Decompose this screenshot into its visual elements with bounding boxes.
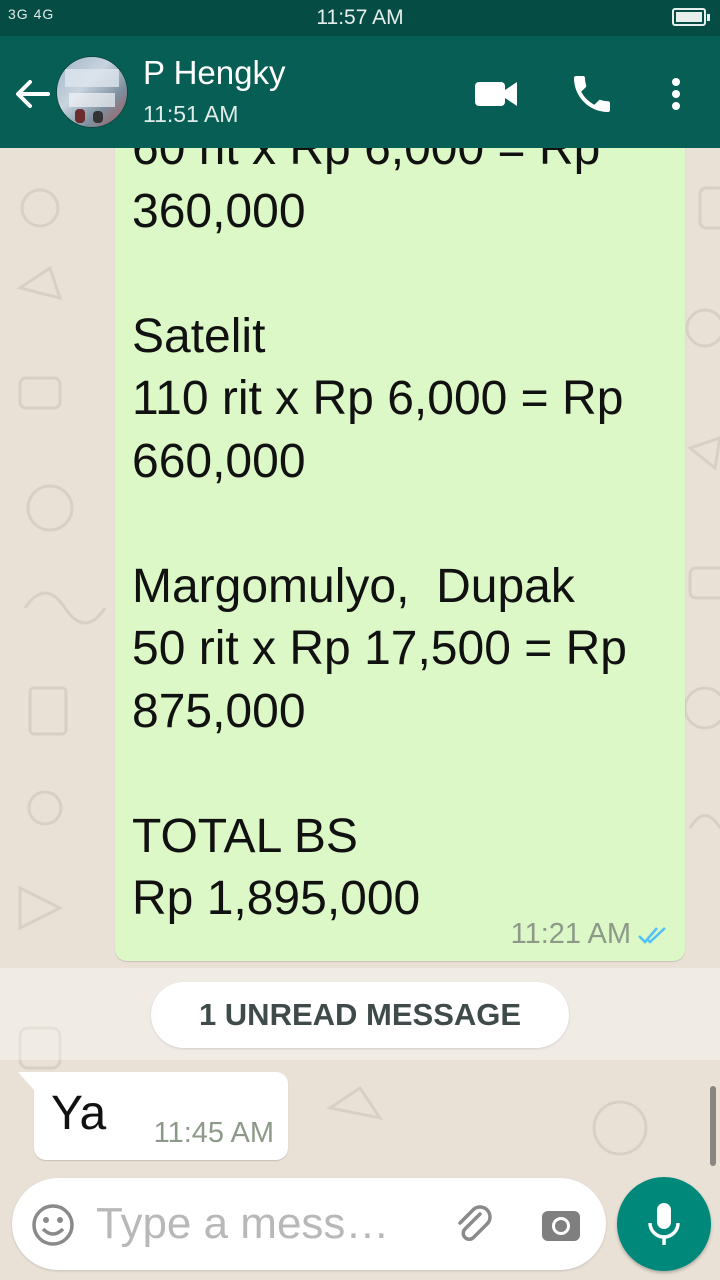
avatar[interactable]	[56, 56, 128, 128]
back-button[interactable]	[10, 72, 54, 116]
incoming-message[interactable]: Ya 11:45 AM	[18, 1072, 288, 1160]
chat-header: P Hengky 11:51 AM	[0, 36, 720, 148]
message-composer	[12, 1178, 606, 1270]
emoji-icon	[32, 1204, 74, 1246]
message-time: 11:21 AM	[510, 918, 631, 950]
video-camera-icon	[475, 82, 517, 106]
more-options-button[interactable]	[652, 70, 700, 118]
voice-call-button[interactable]	[568, 70, 616, 118]
camera-button[interactable]	[538, 1202, 584, 1248]
back-arrow-icon	[16, 80, 50, 108]
message-text: Ya	[51, 1087, 107, 1140]
voice-message-button[interactable]	[617, 1177, 711, 1271]
more-vertical-icon	[672, 78, 680, 110]
microphone-icon	[648, 1203, 680, 1245]
chat-area[interactable]: 60 rit x Rp 6,000 = Rp 360,000 Satelit 1…	[0, 148, 720, 1280]
attach-button[interactable]	[450, 1200, 498, 1248]
battery-icon	[672, 8, 710, 26]
camera-icon	[542, 1211, 580, 1241]
status-bar: 3G 4G 11:57 AM	[0, 0, 720, 36]
message-time: 11:45 AM	[153, 1117, 274, 1149]
unread-badge: 1 UNREAD MESSAGE	[151, 982, 569, 1048]
double-check-icon	[638, 927, 666, 944]
status-time: 11:57 AM	[316, 6, 404, 29]
emoji-button[interactable]	[30, 1202, 76, 1248]
message-input[interactable]	[96, 1196, 426, 1252]
contact-name[interactable]: P Hengky	[143, 54, 285, 92]
outgoing-message[interactable]: 60 rit x Rp 6,000 = Rp 360,000 Satelit 1…	[115, 148, 685, 961]
message-text: 60 rit x Rp 6,000 = Rp 360,000 Satelit 1…	[132, 148, 627, 925]
scrollbar[interactable]	[710, 1086, 716, 1166]
video-call-button[interactable]	[472, 70, 520, 118]
paperclip-icon	[458, 1205, 492, 1241]
phone-icon	[574, 76, 610, 112]
last-seen: 11:51 AM	[143, 101, 239, 127]
